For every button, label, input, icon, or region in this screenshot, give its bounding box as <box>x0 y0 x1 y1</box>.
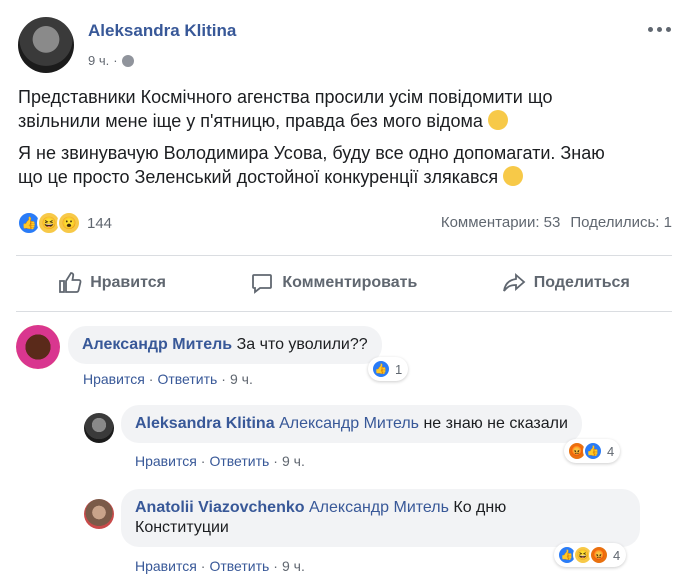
post-paragraph-1: Представники Космічного агенства просили… <box>18 87 553 131</box>
comment-like-link[interactable]: Нравится <box>135 453 197 469</box>
comment-text: Ко дню <box>453 499 507 516</box>
comment-reactions[interactable]: 👍 😆 😡 4 <box>554 543 627 567</box>
comment-author[interactable]: Aleksandra Klitina <box>135 415 275 432</box>
post-meta: 9 ч. · <box>88 53 134 68</box>
comment-reactions[interactable]: 👍 1 <box>368 357 409 381</box>
reaction-summary[interactable]: 👍 😆 😮 144 <box>17 211 112 235</box>
comment-author[interactable]: Anatolii Viazovchenko <box>135 499 305 516</box>
post-header: Aleksandra Klitina 9 ч. · <box>14 13 674 73</box>
post-author-name[interactable]: Aleksandra Klitina <box>88 21 236 41</box>
comment-time[interactable]: 9 ч. <box>282 453 305 469</box>
comment-reply-link[interactable]: Ответить <box>209 453 269 469</box>
like-reaction-icon: 👍 <box>371 359 391 379</box>
thumbs-up-icon <box>59 272 82 293</box>
comment-actions: Нравится · Ответить · 9 ч. <box>135 453 305 469</box>
comment-time[interactable]: 9 ч. <box>282 558 305 574</box>
globe-icon <box>121 54 134 67</box>
post-paragraph-2: Я не звинувачую Володимира Усова, буду в… <box>18 143 605 187</box>
reaction-count: 144 <box>87 214 113 232</box>
comment-text: не знаю не сказали <box>423 415 568 432</box>
comment-mention[interactable]: Александр Митель <box>279 415 419 432</box>
post-body: Представники Космічного агенства просили… <box>18 85 668 197</box>
comments-count[interactable]: Комментарии: 53 <box>441 214 561 231</box>
comment-reaction-count: 4 <box>613 547 621 563</box>
share-button[interactable]: Поделиться <box>502 271 630 295</box>
comment-reaction-count: 4 <box>607 443 615 459</box>
commenter-avatar[interactable] <box>84 499 114 529</box>
comment-icon <box>252 274 273 294</box>
like-button[interactable]: Нравится <box>58 271 166 295</box>
comment-reaction-count: 1 <box>395 361 403 377</box>
comment-bubble: Anatolii Viazovchenko Александр Митель К… <box>121 489 640 547</box>
commenter-avatar[interactable] <box>84 413 114 443</box>
comment-reply-link[interactable]: Ответить <box>209 558 269 574</box>
wow-reaction-icon: 😮 <box>57 211 81 235</box>
comment-actions: Нравится · Ответить · 9 ч. <box>83 371 253 387</box>
comment-time[interactable]: 9 ч. <box>230 371 253 387</box>
smile-emoji-icon <box>487 110 508 130</box>
comment-actions: Нравится · Ответить · 9 ч. <box>135 558 305 574</box>
more-options-icon[interactable] <box>644 19 674 39</box>
comment-like-link[interactable]: Нравится <box>135 558 197 574</box>
comment-bubble: Александр Митель За что уволили?? <box>68 326 382 364</box>
comment-author[interactable]: Александр Митель <box>82 336 232 353</box>
angry-reaction-icon: 😡 <box>589 545 609 565</box>
comment-like-link[interactable]: Нравится <box>83 371 145 387</box>
comment-reply-link[interactable]: Ответить <box>157 371 217 387</box>
shares-count[interactable]: Поделились: 1 <box>570 214 672 231</box>
post-time[interactable]: 9 ч. <box>88 53 109 68</box>
share-icon <box>502 273 526 292</box>
comment-button[interactable]: Комментировать <box>250 271 417 295</box>
comment-text: Конституции <box>135 519 229 536</box>
comment-mention[interactable]: Александр Митель <box>309 499 449 516</box>
like-reaction-icon: 👍 <box>583 441 603 461</box>
author-avatar[interactable] <box>18 17 74 73</box>
commenter-avatar[interactable] <box>16 325 60 369</box>
comment-bubble: Aleksandra Klitina Александр Митель не з… <box>121 405 582 443</box>
divider <box>16 255 672 256</box>
comment-reactions[interactable]: 😡 👍 4 <box>564 439 621 463</box>
divider <box>16 311 672 312</box>
wink-emoji-icon <box>503 166 524 186</box>
comment-text: За что уволили?? <box>236 336 368 353</box>
action-bar: Нравится Комментировать Поделиться <box>16 263 672 303</box>
post-stats: 👍 😆 😮 144 Комментарии: 53 Поделились: 1 <box>17 211 672 239</box>
